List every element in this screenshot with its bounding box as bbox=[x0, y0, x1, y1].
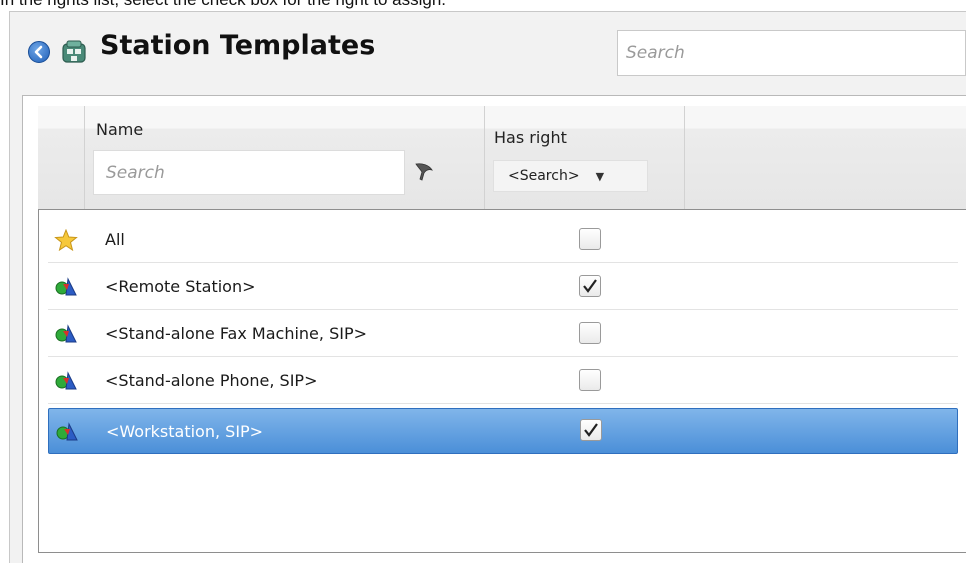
name-search-field[interactable] bbox=[93, 150, 405, 195]
header-separator bbox=[84, 106, 85, 209]
column-header-has-right[interactable]: Has right bbox=[494, 128, 567, 147]
has-right-checkbox[interactable] bbox=[579, 369, 601, 391]
list-item[interactable]: <Remote Station> bbox=[48, 264, 958, 310]
search-field[interactable] bbox=[617, 30, 966, 76]
name-search-input[interactable] bbox=[94, 151, 396, 194]
column-header-name[interactable]: Name bbox=[96, 120, 143, 139]
station-shapes-icon bbox=[55, 371, 77, 390]
list-item[interactable]: <Stand-alone Fax Machine, SIP> bbox=[48, 311, 958, 357]
has-right-checkbox[interactable] bbox=[579, 322, 601, 344]
list-item-label: <Remote Station> bbox=[105, 277, 256, 296]
station-templates-icon bbox=[62, 40, 86, 63]
has-right-checkbox[interactable] bbox=[579, 275, 601, 297]
station-shapes-icon bbox=[55, 324, 77, 343]
has-right-filter-value: <Search> bbox=[508, 168, 580, 184]
has-right-checkbox[interactable] bbox=[579, 228, 601, 250]
list-item-selected[interactable]: <Workstation, SIP> bbox=[48, 408, 958, 454]
list-item[interactable]: All bbox=[48, 217, 958, 263]
list-item-label: All bbox=[105, 230, 125, 249]
has-right-filter-dropdown[interactable]: <Search> ▼ bbox=[493, 160, 648, 192]
page-title: Station Templates bbox=[100, 30, 376, 61]
list-item-label: <Stand-alone Fax Machine, SIP> bbox=[105, 324, 367, 343]
search-input[interactable] bbox=[618, 31, 946, 75]
back-arrow-icon[interactable] bbox=[28, 41, 50, 63]
header-separator bbox=[684, 106, 685, 209]
list-item-label: <Workstation, SIP> bbox=[106, 422, 264, 441]
header-separator bbox=[484, 106, 485, 209]
has-right-checkbox[interactable] bbox=[580, 419, 602, 441]
star-icon bbox=[54, 229, 78, 251]
chevron-down-icon: ▼ bbox=[595, 169, 605, 183]
list-item-label: <Stand-alone Phone, SIP> bbox=[105, 371, 318, 390]
station-shapes-icon bbox=[56, 422, 78, 441]
filter-icon[interactable] bbox=[413, 161, 435, 183]
station-shapes-icon bbox=[55, 277, 77, 296]
list-item[interactable]: <Stand-alone Phone, SIP> bbox=[48, 358, 958, 404]
